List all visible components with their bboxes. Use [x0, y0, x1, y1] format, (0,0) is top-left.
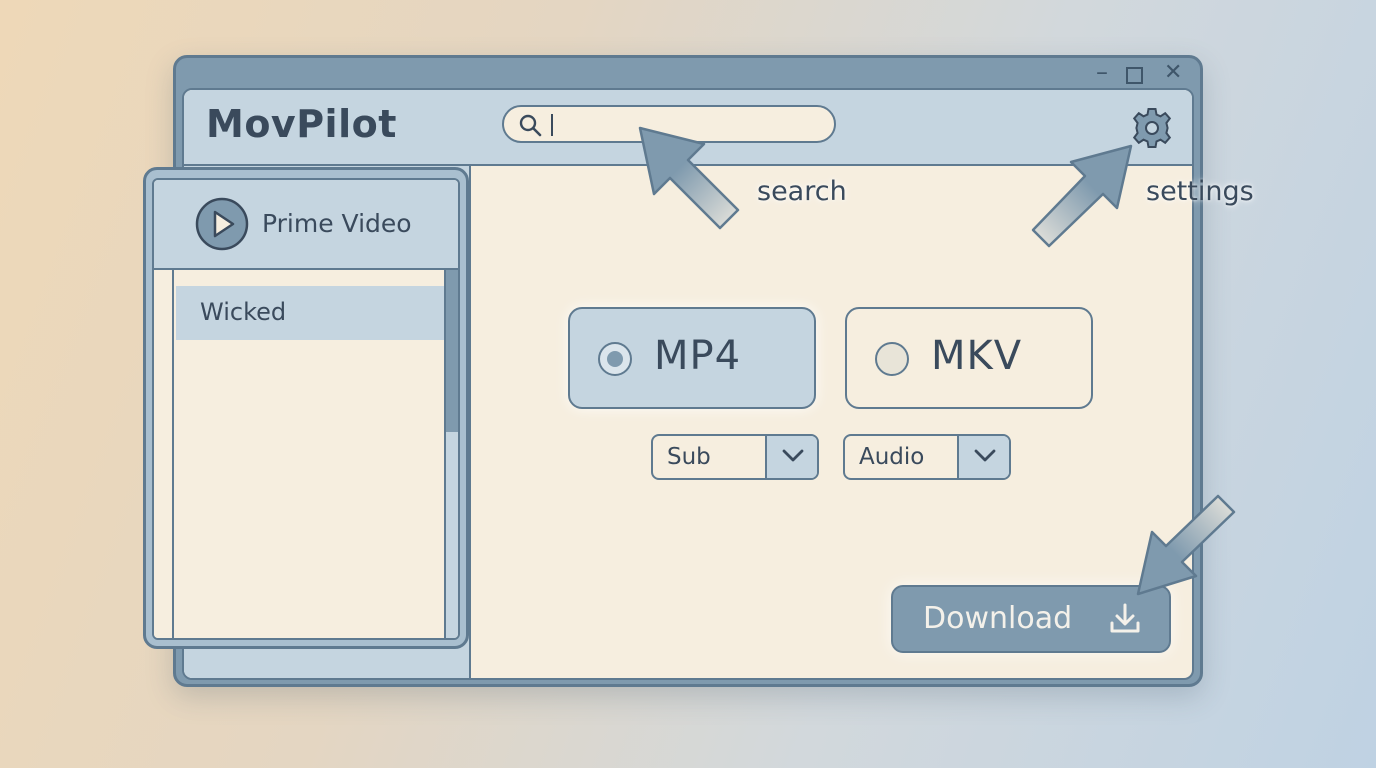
download-button[interactable]: Download: [891, 585, 1171, 653]
audio-dropdown-toggle[interactable]: [957, 436, 1009, 478]
download-icon: [1110, 603, 1140, 633]
callout-search-label: search: [757, 176, 847, 207]
format-label-mp4: MP4: [654, 333, 742, 379]
radio-selected-dot: [607, 351, 623, 367]
chevron-down-icon: [782, 449, 804, 462]
search-arrow-icon: [638, 126, 740, 230]
download-arrow-icon: [1136, 494, 1236, 596]
audio-dropdown[interactable]: Audio: [843, 434, 1011, 480]
format-option-mp4[interactable]: MP4: [568, 307, 816, 409]
source-panel-title: Prime Video: [262, 209, 412, 238]
minimize-button[interactable]: –: [1096, 58, 1108, 86]
chevron-down-icon: [974, 449, 996, 462]
subtitle-dropdown-toggle[interactable]: [765, 436, 817, 478]
subtitle-dropdown[interactable]: Sub: [651, 434, 819, 480]
source-panel: Prime Video Wicked: [143, 167, 469, 649]
play-icon: [195, 197, 249, 251]
format-label-mkv: MKV: [931, 333, 1023, 379]
subtitle-dropdown-label: Sub: [667, 444, 711, 470]
radio-mkv[interactable]: [875, 342, 909, 376]
callout-settings-label: settings: [1146, 176, 1254, 207]
maximize-button[interactable]: [1126, 67, 1143, 84]
close-button[interactable]: ✕: [1164, 60, 1182, 85]
source-panel-body: Prime Video Wicked: [152, 178, 460, 640]
source-panel-header[interactable]: Prime Video: [154, 180, 458, 270]
search-icon: [519, 114, 542, 137]
radio-mp4[interactable]: [598, 342, 632, 376]
list-item[interactable]: Wicked: [176, 286, 444, 340]
list-gutter: [154, 270, 174, 638]
audio-dropdown-label: Audio: [859, 444, 925, 470]
format-option-mkv[interactable]: MKV: [845, 307, 1093, 409]
scrollbar-thumb[interactable]: [446, 270, 458, 432]
app-title: MovPilot: [206, 102, 397, 146]
settings-arrow-icon: [1031, 144, 1133, 248]
download-label: Download: [923, 601, 1073, 636]
list-item-label: Wicked: [200, 298, 287, 326]
scrollbar[interactable]: [444, 270, 458, 638]
